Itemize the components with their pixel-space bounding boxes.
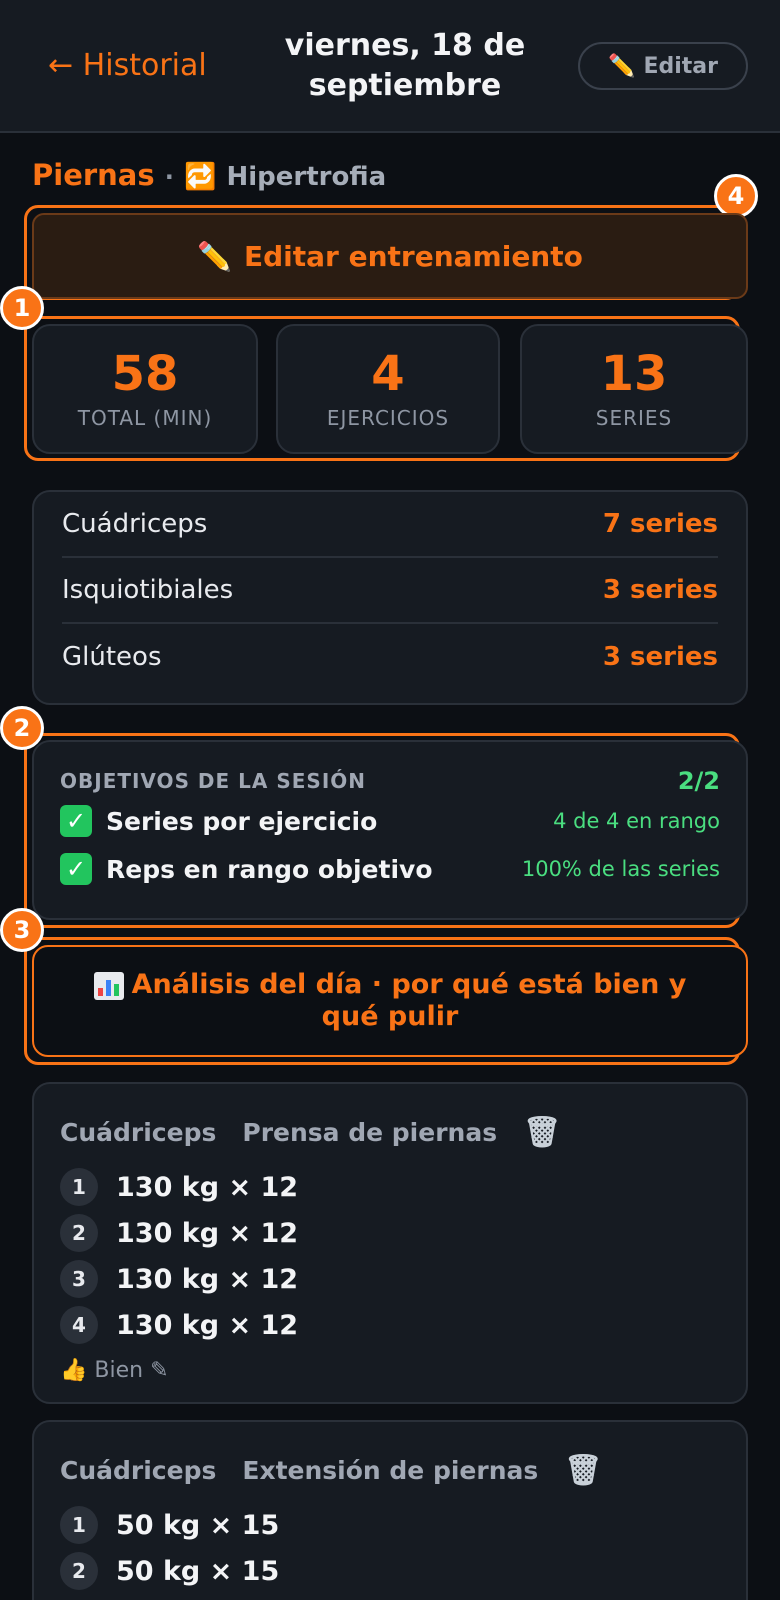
stat-exercises: 4 EJERCICIOS [276, 324, 500, 454]
pencil-icon: ✏️ [608, 53, 636, 79]
set-value: 130 kg × 12 [116, 1263, 299, 1295]
exercise-name: Extensión de piernas [242, 1455, 539, 1485]
exercise-feedback[interactable]: 👍 Bien ✎ [60, 1358, 720, 1383]
stat-label: SERIES [595, 406, 673, 430]
set-value: 50 kg × 15 [116, 1555, 280, 1587]
muscle-name: Cuádriceps [62, 509, 208, 539]
session-objectives-card: OBJETIVOS DE LA SESIÓN 2/2 ✓ Series por … [32, 740, 748, 920]
objectives-title: OBJETIVOS DE LA SESIÓN [60, 769, 366, 793]
edit-button-label: Editar [643, 53, 718, 79]
set-value: 130 kg × 12 [116, 1309, 299, 1341]
muscle-series-count: 3 series [602, 642, 718, 672]
set-number: 2 [60, 1214, 98, 1252]
edit-workout-label: Editar entrenamiento [244, 239, 583, 273]
bar-chart-icon [93, 971, 124, 1000]
objective-detail: 100% de las series [521, 857, 720, 881]
annotation-badge-4: 4 [714, 174, 758, 218]
set-row: 2 50 kg × 15 [60, 1548, 720, 1594]
pencil-icon: ✏️ [197, 239, 232, 273]
exercise-card: Cuádriceps Extensión de piernas 🗑 1 50 k… [32, 1420, 748, 1600]
list-item: Glúteos 3 series [62, 624, 718, 690]
annotation-badge-3: 3 [0, 908, 44, 952]
exercise-name: Prensa de piernas [242, 1117, 498, 1147]
annotation-badge-1: 1 [0, 286, 44, 330]
stat-value: 4 [371, 346, 405, 402]
objective-name: Reps en rango objetivo [106, 854, 433, 884]
exercise-muscle: Cuádriceps [60, 1455, 217, 1485]
set-number: 1 [60, 1506, 98, 1544]
list-item: Cuádriceps 7 series [62, 492, 718, 558]
trash-icon[interactable]: 🗑 [564, 1453, 602, 1488]
muscle-series-count: 3 series [602, 575, 718, 605]
top-bar: ← Historial viernes, 18 de septiembre ✏️… [0, 0, 780, 133]
set-row: 4 130 kg × 12 [60, 1302, 720, 1348]
set-row: 1 130 kg × 12 [60, 1164, 720, 1210]
objective-detail: 4 de 4 en rango [553, 809, 720, 833]
exercise-muscle: Cuádriceps [60, 1117, 217, 1147]
list-item: ✓ Reps en rango objetivo 100% de las ser… [60, 846, 720, 892]
back-to-history-link[interactable]: ← Historial [48, 46, 207, 86]
stat-total-minutes: 58 TOTAL (MIN) [32, 324, 258, 454]
day-analysis-button[interactable]: Análisis del día · por qué está bien y q… [32, 945, 748, 1057]
set-number: 3 [60, 1260, 98, 1298]
workout-name: Piernas [32, 158, 155, 192]
workout-mode: Hipertrofia [226, 162, 387, 192]
set-value: 50 kg × 15 [116, 1509, 280, 1541]
checkmark-icon: ✓ [60, 853, 92, 885]
repeat-icon: 🔁 [184, 162, 217, 192]
workout-type: Piernas · 🔁 Hipertrofia [32, 155, 386, 197]
checkmark-icon: ✓ [60, 805, 92, 837]
stat-value: 58 [111, 346, 179, 402]
stat-label: TOTAL (MIN) [77, 406, 213, 430]
edit-workout-button[interactable]: ✏️ Editar entrenamiento [32, 213, 748, 299]
set-row: 1 50 kg × 15 [60, 1502, 720, 1548]
stat-series: 13 SERIES [520, 324, 748, 454]
set-row: 2 130 kg × 12 [60, 1210, 720, 1256]
muscle-name: Isquiotibiales [62, 575, 234, 605]
stat-value: 13 [600, 346, 668, 402]
objective-name: Series por ejercicio [106, 806, 378, 836]
set-number: 2 [60, 1552, 98, 1590]
stat-label: EJERCICIOS [326, 406, 450, 430]
muscle-name: Glúteos [62, 642, 162, 672]
edit-button[interactable]: ✏️ Editar [578, 42, 748, 90]
objectives-score: 2/2 [677, 767, 720, 795]
day-analysis-label: Análisis del día · por qué está bien y q… [131, 969, 687, 1032]
list-item: ✓ Series por ejercicio 4 de 4 en rango [60, 798, 720, 844]
set-value: 130 kg × 12 [116, 1171, 299, 1203]
set-value: 130 kg × 12 [116, 1217, 299, 1249]
separator: · [164, 163, 174, 191]
set-row: 3 130 kg × 12 [60, 1256, 720, 1302]
muscle-breakdown-card: Cuádriceps 7 series Isquiotibiales 3 ser… [32, 490, 748, 705]
trash-icon[interactable]: 🗑 [523, 1115, 561, 1150]
muscle-series-count: 7 series [602, 509, 718, 539]
page-title: viernes, 18 de septiembre [284, 28, 526, 103]
exercise-card: Cuádriceps Prensa de piernas 🗑 1 130 kg … [32, 1082, 748, 1404]
list-item: Isquiotibiales 3 series [62, 558, 718, 624]
set-number: 4 [60, 1306, 98, 1344]
set-number: 1 [60, 1168, 98, 1206]
